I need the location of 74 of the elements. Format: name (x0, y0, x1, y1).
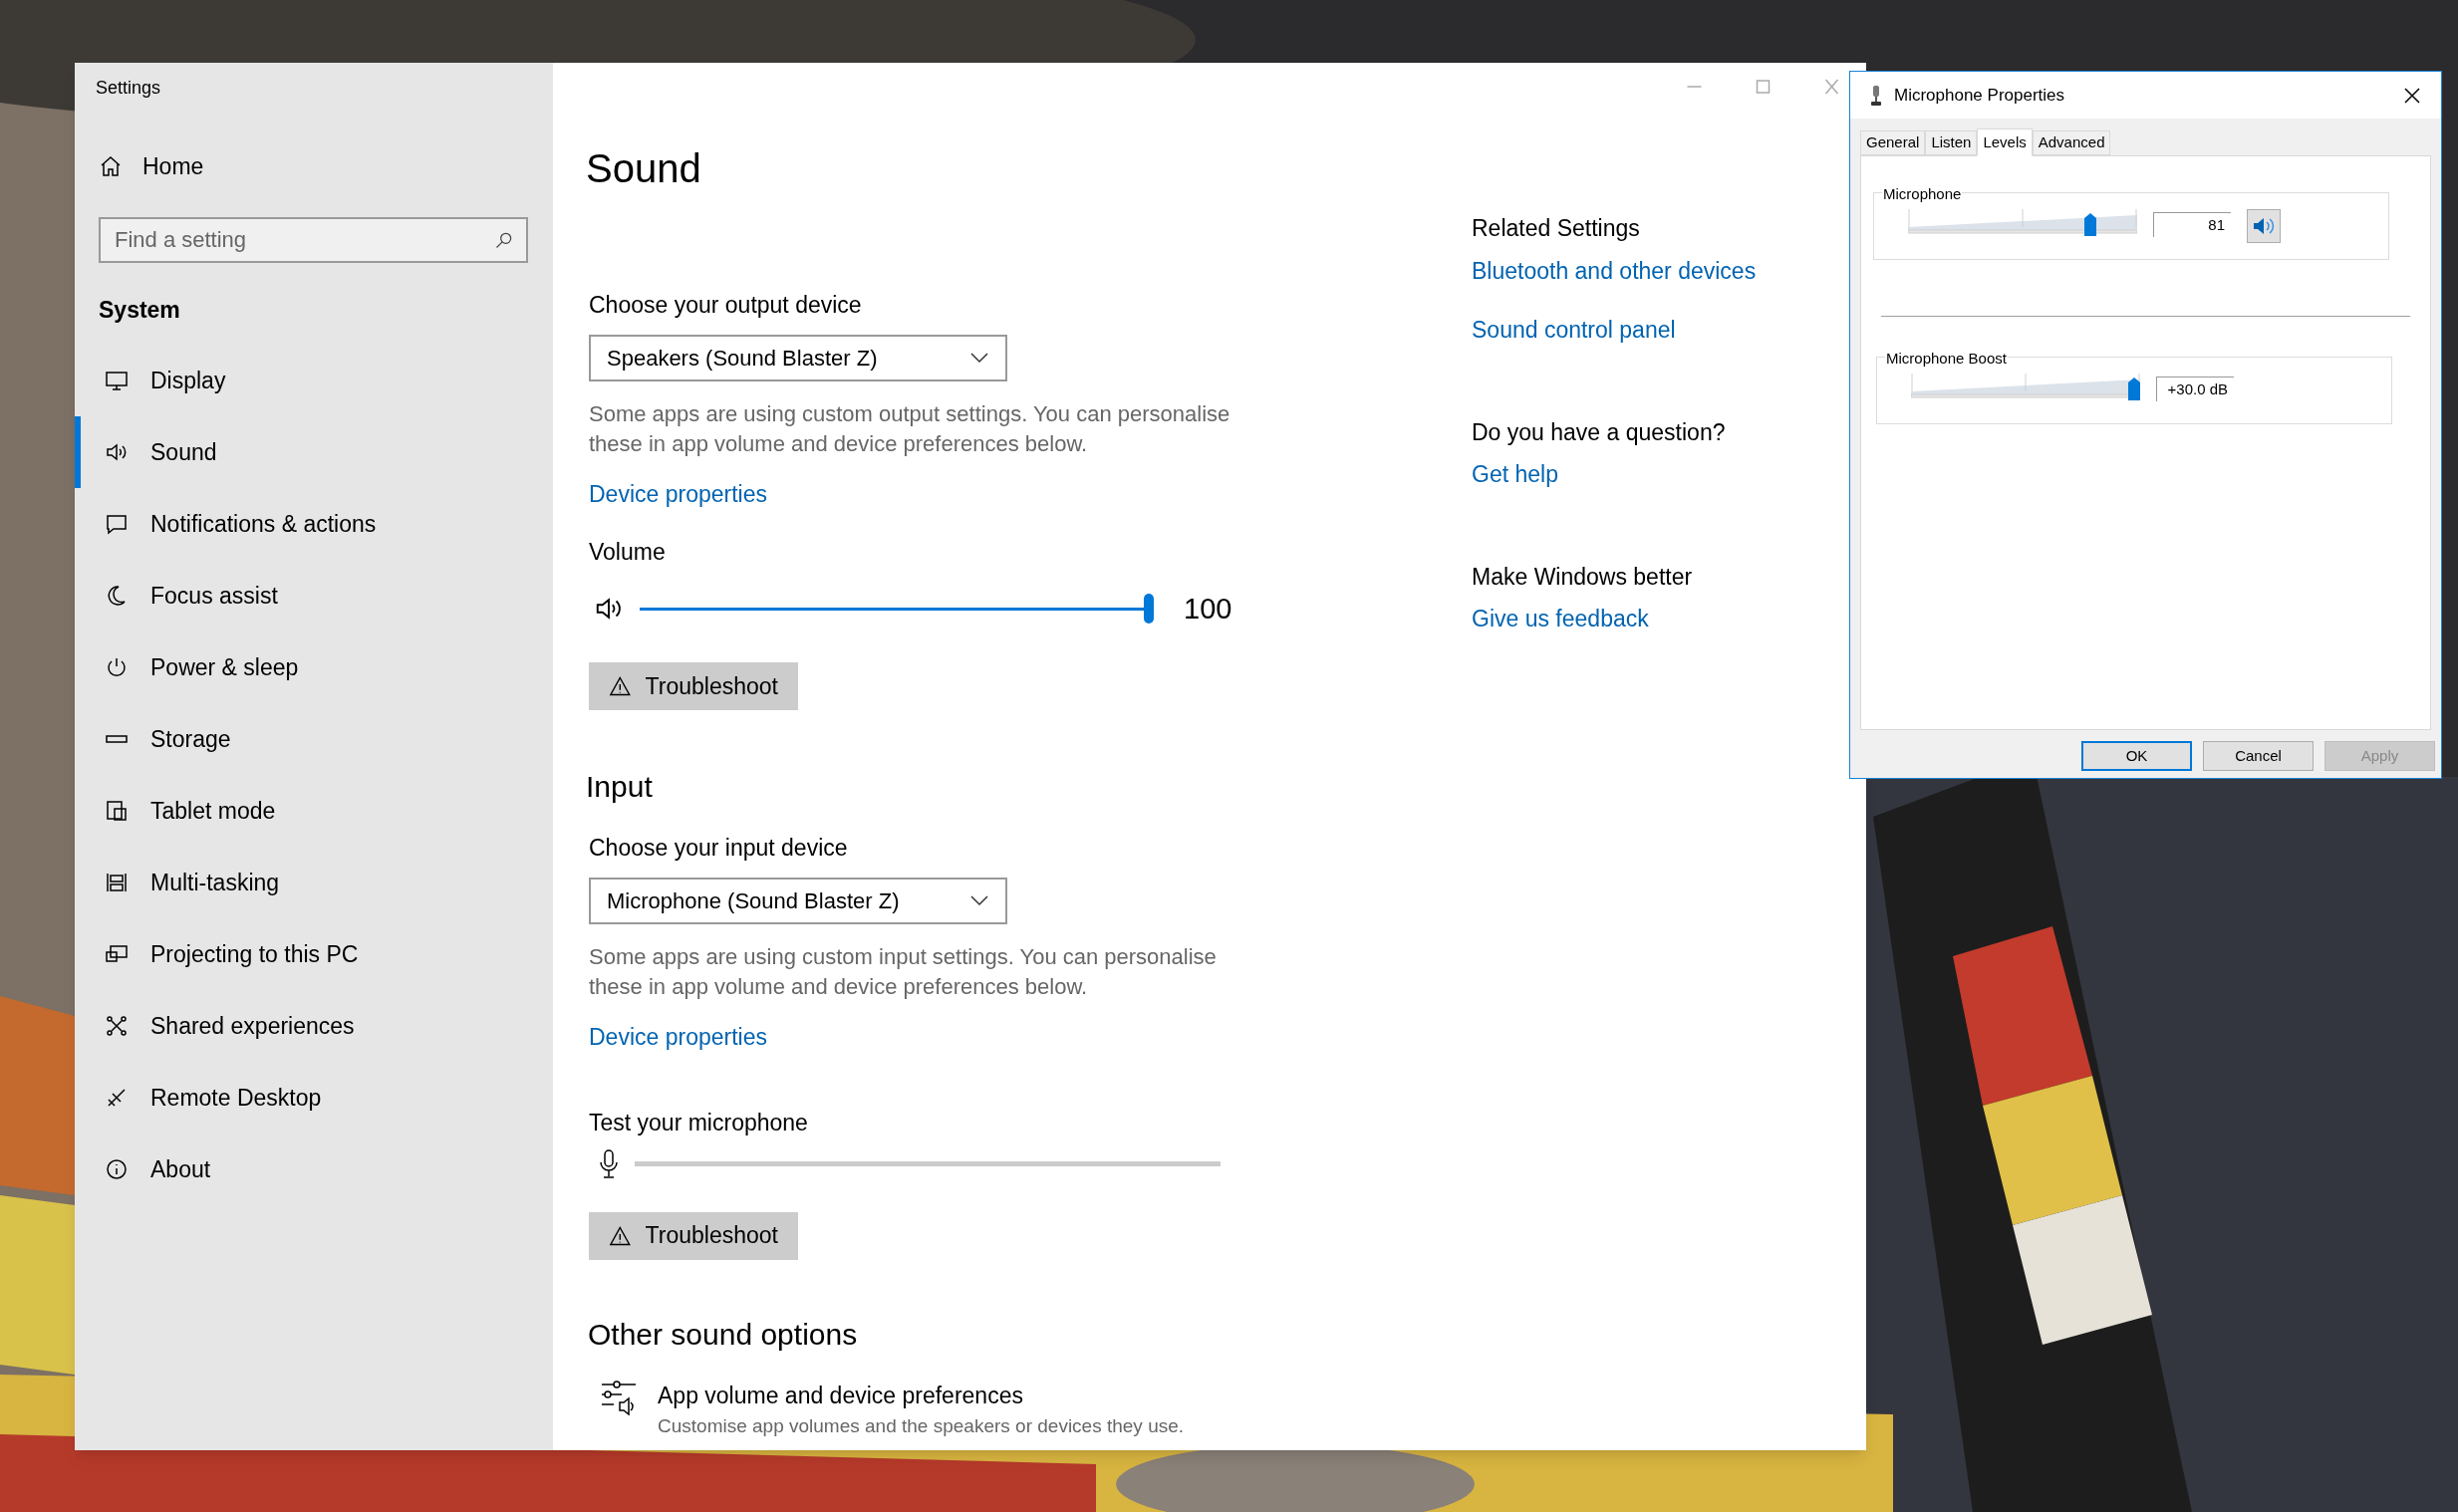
info-icon (105, 1157, 129, 1181)
sidebar-item[interactable]: Storage (75, 703, 553, 775)
home-icon (99, 154, 123, 179)
chevron-down-icon (969, 352, 989, 364)
sidebar-item[interactable]: Shared experiences (75, 990, 553, 1062)
warning-icon (609, 1223, 632, 1248)
speaker-icon (2253, 217, 2275, 235)
troubleshoot-button[interactable]: Troubleshoot (589, 662, 798, 710)
dialog-title: Microphone Properties (1894, 84, 2065, 107)
mute-toggle-button[interactable] (2247, 209, 2281, 243)
volume-slider[interactable] (640, 594, 1154, 625)
field-label: Choose your output device (589, 291, 862, 320)
sidebar-item[interactable]: Focus assist (75, 560, 553, 631)
related-link[interactable]: Sound control panel (1472, 313, 1676, 348)
level-slider[interactable] (1911, 374, 2140, 401)
shared-nodes-icon (105, 1014, 129, 1038)
volume-value: 100 (1184, 591, 1232, 627)
group-heading: Make Windows better (1472, 562, 1693, 592)
info-text: Some apps are using custom output settings. You can personalise these in app volume and device preferences below. (589, 399, 1231, 458)
sidebar-item[interactable]: Projecting to this PC (75, 918, 553, 990)
dialog-button[interactable]: Cancel (2203, 741, 2314, 771)
related-link[interactable]: Bluetooth and other devices (1472, 253, 1757, 288)
section-heading: Input (586, 769, 653, 805)
sidebar-item[interactable]: Display (75, 345, 553, 416)
related-link[interactable]: Give us feedback (1472, 602, 1649, 636)
device-properties-link[interactable]: Device properties (589, 1019, 767, 1054)
warning-icon (609, 674, 632, 698)
sliders-speaker-icon (600, 1380, 638, 1418)
level-value-field[interactable]: 81 (2153, 212, 2231, 237)
dialog-tab[interactable]: General (1860, 130, 1926, 155)
search-field[interactable]: Find a setting (99, 216, 528, 263)
dialog-tab[interactable]: Listen (1925, 130, 1978, 155)
info-text: Some apps are using custom input settings. You can personalise these in app volume and device preferences below. (589, 942, 1218, 1001)
field-label: Test your microphone (589, 1109, 808, 1137)
group-heading: Related Settings (1472, 214, 1640, 243)
dialog-button[interactable]: OK (2081, 741, 2192, 771)
windows-layout-icon (105, 871, 129, 894)
troubleshoot-button[interactable]: Troubleshoot (589, 1211, 798, 1260)
slider-thumb[interactable] (2083, 213, 2096, 236)
page-title: Sound (586, 145, 701, 192)
close-icon[interactable] (2403, 86, 2421, 105)
section-heading: System (99, 295, 180, 325)
item-description: Customise app volumes and the speakers or devices they use. (658, 1414, 1185, 1438)
microphone-icon (597, 1147, 621, 1180)
level-slider[interactable] (1908, 209, 2137, 237)
sidebar-item[interactable]: Notifications & actions (75, 488, 553, 560)
home-nav-item[interactable]: Home (99, 149, 204, 184)
field-label: Choose your input device (589, 834, 848, 863)
microphone-icon (1870, 84, 1882, 107)
monitor-icon (105, 369, 129, 392)
slider-thumb[interactable] (1144, 594, 1154, 625)
tablet-icon (105, 799, 129, 823)
group-heading: Do you have a question? (1472, 417, 1726, 447)
settings-link-item[interactable]: App volume and device preferences Customise app volumes and the speakers or devices they use. (600, 1378, 1185, 1441)
item-title: App volume and device preferences (658, 1381, 1024, 1410)
dialog-tab[interactable]: Advanced (2032, 130, 2111, 155)
window-title: Settings (96, 77, 161, 100)
sidebar-item[interactable]: Multi-tasking (75, 847, 553, 918)
related-link[interactable]: Get help (1472, 457, 1558, 492)
slider-thumb[interactable] (2128, 378, 2140, 400)
device-properties-link[interactable]: Device properties (589, 476, 767, 511)
sidebar-item[interactable]: Power & sleep (75, 631, 553, 703)
sidebar-item[interactable]: Remote Desktop (75, 1062, 553, 1134)
sidebar-item[interactable]: About (75, 1134, 553, 1205)
dialog-tab[interactable]: Levels (1977, 128, 2033, 156)
sidebar-item[interactable]: Tablet mode (75, 775, 553, 847)
device-dropdown[interactable]: Microphone (Sound Blaster Z) (589, 877, 1007, 924)
power-icon (105, 655, 129, 679)
chevron-down-icon (969, 894, 989, 906)
section-heading: Other sound options (588, 1316, 858, 1353)
message-icon (105, 512, 129, 536)
device-dropdown[interactable]: Speakers (Sound Blaster Z) (589, 334, 1007, 381)
level-value-field[interactable]: +30.0 dB (2156, 377, 2234, 401)
field-label: Volume (589, 538, 666, 567)
